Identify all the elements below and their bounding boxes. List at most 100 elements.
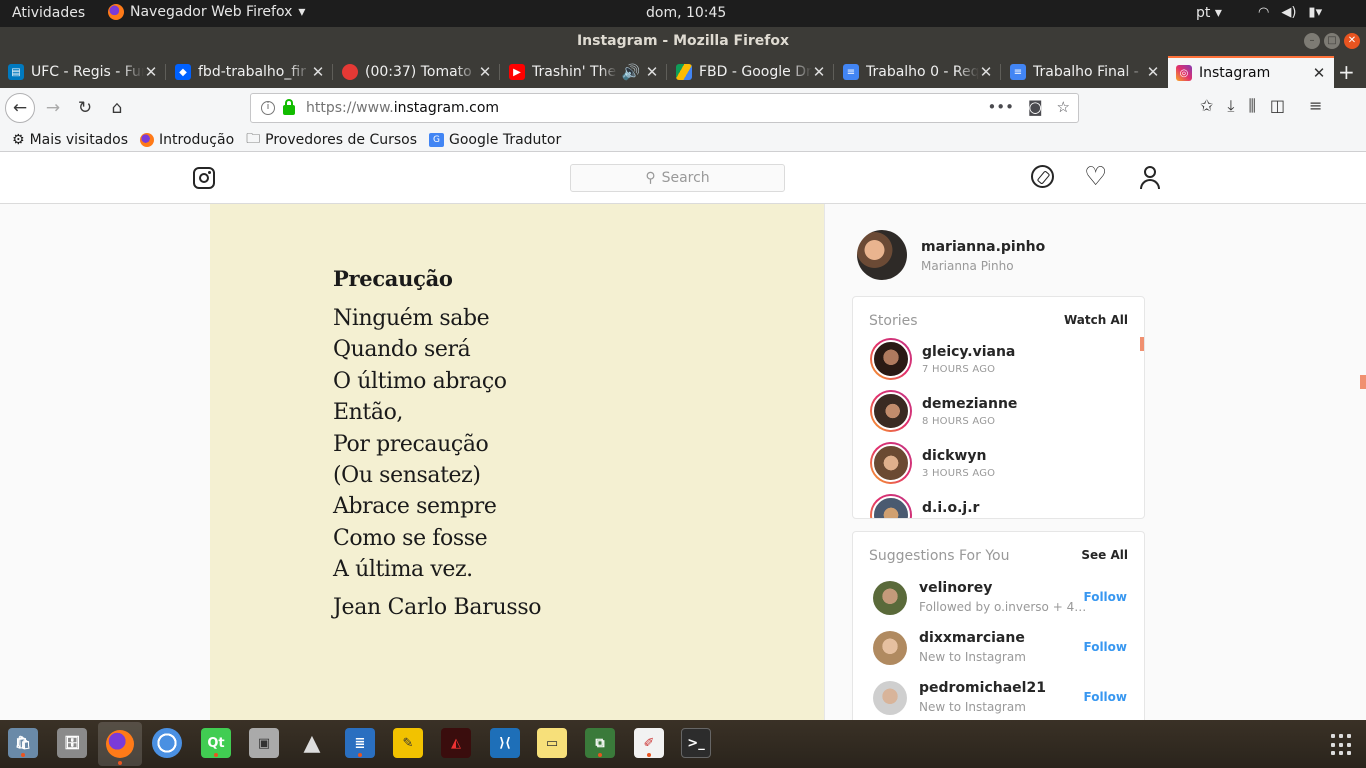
activities-button[interactable]: Atividades xyxy=(12,5,85,21)
watch-all-link[interactable]: Watch All xyxy=(1064,313,1128,327)
chromium-icon[interactable] xyxy=(152,728,182,758)
search-placeholder: Search xyxy=(661,170,710,186)
suggestion-username[interactable]: velinorey xyxy=(919,580,992,596)
qt-creator-icon[interactable]: Qt xyxy=(201,728,231,758)
app-menu[interactable]: Navegador Web Firefox ▾ xyxy=(108,4,305,20)
avatar xyxy=(872,392,910,430)
close-tab-icon[interactable]: ✕ xyxy=(979,63,993,81)
profile-username[interactable]: marianna.pinho xyxy=(921,239,1045,255)
story-item[interactable]: dickwyn 3 HOURS AGO xyxy=(870,442,1130,486)
suggestion-username[interactable]: pedromichael21 xyxy=(919,680,1046,696)
avatar[interactable] xyxy=(873,581,907,615)
close-tab-icon[interactable]: ✕ xyxy=(478,63,492,81)
home-button[interactable]: ⌂ xyxy=(103,94,131,122)
gear-icon: ⚙ xyxy=(12,131,25,148)
search-icon: ⚲ xyxy=(645,170,656,186)
firefox-dock-icon[interactable] xyxy=(98,722,142,766)
bookmark-provedores-de-cursos[interactable]: 🗀 Provedores de Cursos xyxy=(246,128,417,152)
tab-instagram[interactable]: ◎ Instagram ✕ xyxy=(1168,56,1334,88)
lock-icon[interactable] xyxy=(283,99,295,115)
poem-title: Precaução xyxy=(333,266,453,291)
app-menu-label: Navegador Web Firefox xyxy=(130,4,293,20)
explore-compass-icon[interactable] xyxy=(1031,165,1054,188)
forward-button[interactable]: → xyxy=(39,94,67,122)
tab-label: UFC - Regis - Fun xyxy=(31,64,144,80)
tab-trabalho-final[interactable]: ≡ Trabalho Final - ✕ xyxy=(1002,56,1168,88)
system-tray[interactable]: ◠ ◀) ▮▾ xyxy=(1258,5,1322,20)
maximize-button[interactable]: □ xyxy=(1324,33,1340,49)
bookmarks-star-menu-icon[interactable]: ✩ xyxy=(1200,96,1213,116)
close-tab-icon[interactable]: ✕ xyxy=(144,63,158,81)
downloads-icon[interactable]: ⤓ xyxy=(1227,96,1234,116)
story-item[interactable]: demezianne 8 HOURS AGO xyxy=(870,390,1130,434)
see-all-link[interactable]: See All xyxy=(1081,548,1128,562)
pocket-icon[interactable]: ◙ xyxy=(1028,98,1043,116)
search-input[interactable]: ⚲ Search xyxy=(570,164,785,192)
tab-fbd-trabalho[interactable]: ◆ fbd-trabalho_fir ✕ xyxy=(167,56,333,88)
page-scrollbar[interactable] xyxy=(1360,375,1366,389)
profile-icon[interactable] xyxy=(1139,165,1161,189)
close-tab-icon[interactable]: ✕ xyxy=(1312,64,1326,82)
info-icon[interactable]: i xyxy=(261,101,275,115)
terminal-icon[interactable]: >_ xyxy=(681,728,711,758)
sticky-notes-icon[interactable]: ▭ xyxy=(537,728,567,758)
new-tab-button[interactable]: + xyxy=(1338,60,1355,84)
audio-playing-icon[interactable]: 🔊 xyxy=(617,63,645,81)
autocad-icon[interactable]: ◭ xyxy=(441,728,471,758)
tab-google-drive[interactable]: FBD - Google Dr ✕ xyxy=(668,56,834,88)
page-actions-icon[interactable]: ••• xyxy=(987,98,1014,116)
show-applications-icon[interactable] xyxy=(1331,734,1353,756)
hamburger-menu-icon[interactable]: ≡ xyxy=(1309,96,1322,116)
story-item[interactable]: gleicy.viana 7 HOURS AGO xyxy=(870,338,1130,382)
gedit-icon[interactable]: ✐ xyxy=(634,728,664,758)
libreoffice-writer-icon[interactable]: ≣ xyxy=(345,728,375,758)
suggestion-username[interactable]: dixxmarciane xyxy=(919,630,1025,646)
follow-button[interactable]: Follow xyxy=(1083,640,1127,654)
url-text[interactable]: https://www.instagram.com xyxy=(306,100,499,116)
avatar[interactable] xyxy=(857,230,907,280)
minimize-button[interactable]: – xyxy=(1304,33,1320,49)
close-tab-icon[interactable]: ✕ xyxy=(1146,63,1160,81)
instagram-logo-icon[interactable] xyxy=(193,167,215,189)
bookmark-mais-visitados[interactable]: ⚙ Mais visitados xyxy=(12,132,128,148)
bookmark-introducao[interactable]: Introdução xyxy=(140,132,234,148)
back-button[interactable]: ← xyxy=(5,93,35,123)
story-item[interactable]: d.i.o.j.r xyxy=(870,494,1130,518)
virtualbox-icon[interactable]: ▣ xyxy=(249,728,279,758)
post-image[interactable]: Precaução Ninguém sabe Quando será O últ… xyxy=(210,204,825,720)
close-tab-icon[interactable]: ✕ xyxy=(645,63,659,81)
close-tab-icon[interactable]: ✕ xyxy=(311,63,325,81)
bookmark-star-icon[interactable]: ☆ xyxy=(1057,98,1070,116)
language-indicator[interactable]: pt ▾ xyxy=(1196,5,1222,21)
library-icon[interactable]: ⫼ xyxy=(1248,96,1255,116)
instagram-icon: ◎ xyxy=(1176,65,1192,81)
bookmark-label: Mais visitados xyxy=(29,131,129,148)
software-center-icon[interactable]: 🛍 xyxy=(8,728,38,758)
bookmark-label: Google Tradutor xyxy=(449,131,562,148)
avatar[interactable] xyxy=(873,681,907,715)
notes-icon[interactable]: ✎ xyxy=(393,728,423,758)
clock[interactable]: dom, 10:45 xyxy=(646,5,726,21)
follow-button[interactable]: Follow xyxy=(1083,590,1127,604)
tab-trabalho-0[interactable]: ≡ Trabalho 0 - Req ✕ xyxy=(835,56,1001,88)
profile-full-name: Marianna Pinho xyxy=(921,259,1014,273)
network-tool-icon[interactable]: ⧉ xyxy=(585,728,615,758)
inkscape-icon[interactable]: ▲ xyxy=(297,728,327,758)
sidebar-icon[interactable]: ◫ xyxy=(1270,96,1285,116)
address-bar[interactable]: i https://www.instagram.com ••• ◙ ☆ xyxy=(250,93,1079,123)
wifi-icon: ◠ xyxy=(1258,5,1270,20)
suggestion-subtitle: New to Instagram xyxy=(919,700,1026,714)
avatar[interactable] xyxy=(873,631,907,665)
follow-button[interactable]: Follow xyxy=(1083,690,1127,704)
reload-button[interactable]: ↻ xyxy=(71,94,99,122)
close-window-button[interactable]: ✕ xyxy=(1344,33,1360,49)
vscode-icon[interactable]: ⟩⟨ xyxy=(490,728,520,758)
files-icon[interactable]: 🗄 xyxy=(57,728,87,758)
tab-tomato-timer[interactable]: (00:37) Tomato ✕ xyxy=(334,56,500,88)
stories-scrollbar[interactable] xyxy=(1140,337,1144,351)
activity-heart-icon[interactable]: ♡ xyxy=(1084,164,1107,191)
close-tab-icon[interactable]: ✕ xyxy=(812,63,826,81)
tab-youtube[interactable]: ▶ Trashin' The C 🔊 ✕ xyxy=(501,56,667,88)
tab-ufc-regis[interactable]: ▤ UFC - Regis - Fun ✕ xyxy=(0,56,166,88)
bookmark-google-tradutor[interactable]: G Google Tradutor xyxy=(429,132,561,148)
